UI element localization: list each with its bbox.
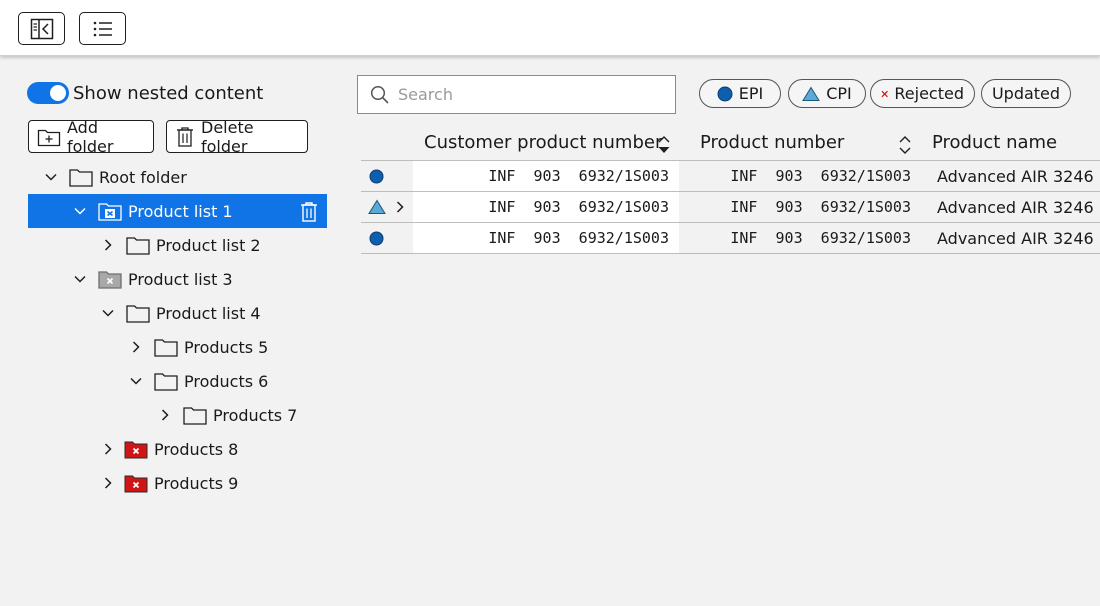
tree-item-products-8[interactable]: Products 8: [0, 432, 340, 466]
chevron-down-icon[interactable]: [100, 305, 116, 321]
circle-icon: [369, 169, 384, 184]
chevron-right-icon[interactable]: [128, 339, 144, 355]
chevron-down-icon[interactable]: [128, 373, 144, 389]
column-header-label: Product number: [700, 132, 845, 153]
add-folder-label: Add folder: [67, 117, 114, 156]
tree-item-products-7[interactable]: Products 7: [0, 398, 340, 432]
customer-product-number-cell: INF 903 6932/1S003: [413, 223, 679, 253]
filter-chip-label: Updated: [991, 84, 1061, 103]
sort-descending-icon[interactable]: [657, 134, 671, 156]
list-view-icon: [93, 21, 112, 36]
folder-icon: [183, 407, 207, 425]
search-input[interactable]: [396, 84, 656, 105]
folder-error-icon: [124, 441, 148, 459]
chevron-right-icon[interactable]: [157, 407, 173, 423]
filter-chip-epi[interactable]: EPI: [699, 79, 781, 108]
product-number-cell: INF 903 6932/1S003: [730, 198, 911, 216]
chevron-down-icon[interactable]: [72, 203, 88, 219]
table-row[interactable]: INF 903 6932/1S003 INF 903 6932/1S003 Ad…: [361, 223, 1100, 254]
chevron-right-icon[interactable]: [100, 441, 116, 457]
tree-item-label: Products 7: [213, 405, 298, 425]
sort-icon[interactable]: [898, 134, 912, 156]
column-header-label: Product name: [932, 132, 1058, 153]
filter-chip-rejected[interactable]: Rejected: [870, 79, 975, 108]
tree-item-label: Product list 4: [156, 303, 261, 323]
chevron-right-icon[interactable]: [394, 200, 406, 214]
folder-rejected-icon: [98, 203, 122, 221]
product-name-cell: Advanced AIR 3246 B: [937, 197, 1100, 217]
column-header-product-number[interactable]: Product number: [700, 124, 844, 161]
tree-item-product-list-4[interactable]: Product list 4: [0, 296, 340, 330]
folder-error-icon: [124, 475, 148, 493]
delete-item-button[interactable]: [299, 201, 319, 227]
tree-item-product-list-3[interactable]: Product list 3: [0, 262, 340, 296]
chevron-down-icon[interactable]: [43, 169, 59, 185]
circle-icon: [717, 86, 733, 101]
chevron-down-icon[interactable]: [72, 271, 88, 287]
search-box[interactable]: [357, 75, 676, 114]
tree-item-label: Product list 1: [128, 201, 233, 221]
tree-item-label: Products 8: [154, 439, 239, 459]
status-cell: [361, 161, 413, 191]
filter-chip-cpi[interactable]: CPI: [788, 79, 866, 108]
switch-knob: [50, 85, 66, 101]
folder-icon: [126, 305, 150, 323]
chevron-right-icon[interactable]: [100, 237, 116, 253]
tree-item-label: Root folder: [99, 167, 187, 187]
delete-folder-label: Delete folder: [201, 117, 254, 156]
tree-item-label: Products 5: [184, 337, 269, 357]
triangle-icon: [802, 86, 821, 101]
filter-chip-label: EPI: [738, 84, 764, 103]
folder-icon: [154, 373, 178, 391]
tree-item-product-list-2[interactable]: Product list 2: [0, 228, 340, 262]
nested-content-switch[interactable]: [27, 82, 69, 104]
column-header-customer-product-number[interactable]: Customer product number: [424, 124, 662, 161]
status-cell: [361, 223, 413, 253]
product-number-cell: INF 903 6932/1S003: [730, 229, 911, 247]
collapse-sidebar-button[interactable]: [18, 12, 65, 45]
tree-item-products-5[interactable]: Products 5: [0, 330, 340, 364]
product-name-cell: Advanced AIR 3246 B: [937, 166, 1100, 186]
top-toolbar: [0, 0, 1100, 56]
tree-item-root-folder[interactable]: Root folder: [0, 160, 340, 194]
tree-item-label: Product list 3: [128, 269, 233, 289]
folder-panel: Show nested content Add folder Delete fo…: [0, 56, 340, 606]
table-row[interactable]: INF 903 6932/1S003 INF 903 6932/1S003 Ad…: [361, 192, 1100, 223]
folder-disabled-icon: [98, 271, 122, 289]
search-icon: [370, 85, 389, 104]
tree-item-label: Products 6: [184, 371, 269, 391]
table-row[interactable]: INF 903 6932/1S003 INF 903 6932/1S003 Ad…: [361, 161, 1100, 192]
status-cell: [361, 192, 413, 222]
customer-product-number-cell: INF 903 6932/1S003: [413, 161, 679, 191]
x-icon: [881, 90, 888, 97]
tree-item-products-6[interactable]: Products 6: [0, 364, 340, 398]
circle-icon: [369, 231, 384, 246]
delete-folder-button[interactable]: Delete folder: [166, 117, 308, 156]
trash-icon: [177, 126, 193, 147]
nested-content-toggle-row: Show nested content: [27, 81, 263, 105]
filter-chip-updated[interactable]: Updated: [981, 79, 1071, 108]
product-number-cell: INF 903 6932/1S003: [730, 167, 911, 185]
folder-icon: [154, 339, 178, 357]
tree-item-product-list-1[interactable]: Product list 1: [28, 194, 327, 228]
chevron-right-icon[interactable]: [100, 475, 116, 491]
column-header-product-name[interactable]: Product name: [932, 124, 1057, 161]
customer-product-number-cell: INF 903 6932/1S003: [413, 192, 679, 222]
add-folder-icon: [37, 129, 61, 146]
column-header-label: Customer product number: [424, 132, 663, 153]
filter-chip-label: Rejected: [894, 84, 964, 103]
list-view-button[interactable]: [79, 12, 126, 45]
triangle-icon: [368, 199, 386, 214]
tree-item-label: Product list 2: [156, 235, 261, 255]
product-name-cell: Advanced AIR 3246 B: [937, 228, 1100, 248]
folder-icon: [69, 169, 93, 187]
folder-icon: [126, 237, 150, 255]
trash-icon: [301, 202, 317, 222]
filter-chip-label: CPI: [826, 84, 852, 103]
collapse-sidebar-icon: [30, 18, 53, 39]
add-folder-button[interactable]: Add folder: [28, 117, 154, 156]
nested-content-label: Show nested content: [73, 82, 264, 104]
tree-item-products-9[interactable]: Products 9: [0, 466, 340, 500]
tree-item-label: Products 9: [154, 473, 239, 493]
